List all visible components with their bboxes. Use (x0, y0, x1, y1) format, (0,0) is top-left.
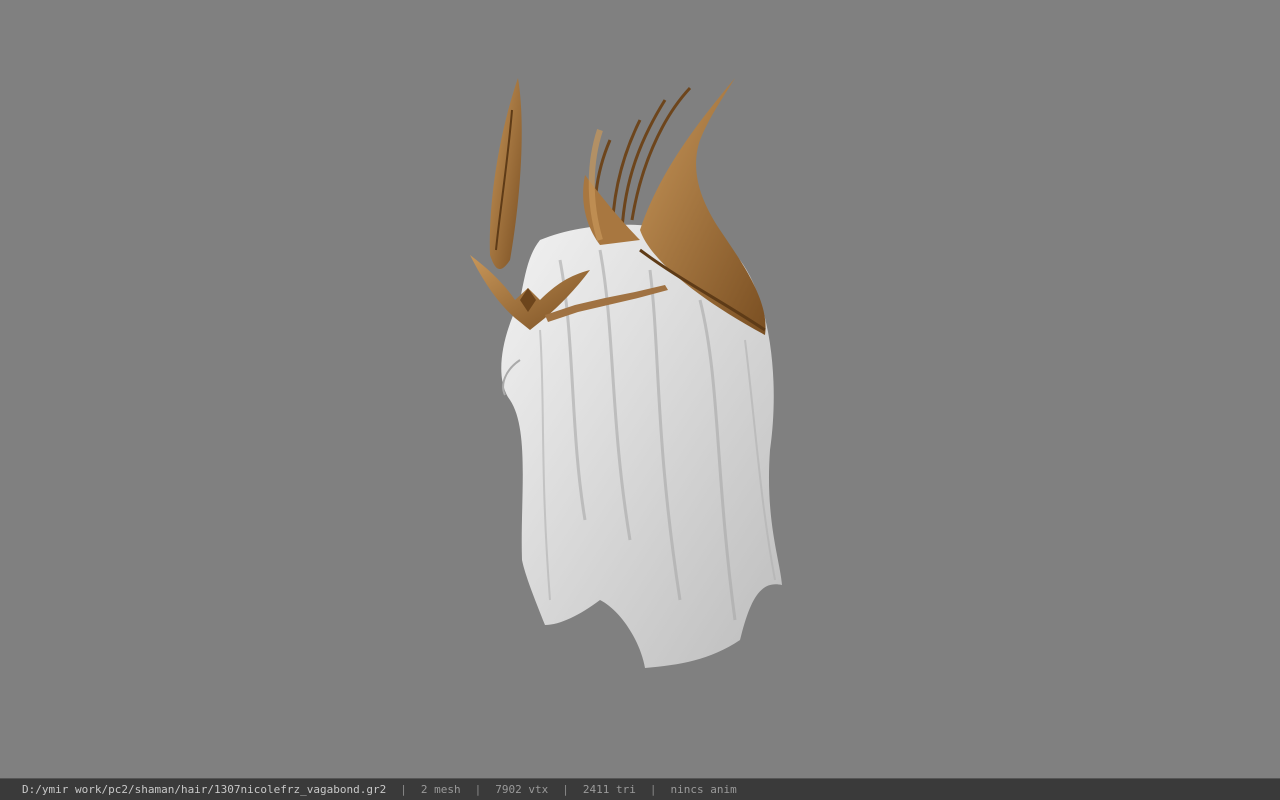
animation-status: nincs anim (670, 783, 737, 796)
status-bar: D:/ymir work/pc2/shaman/hair/1307nicolef… (0, 778, 1280, 800)
separator: | (562, 783, 569, 796)
separator: | (400, 783, 407, 796)
separator: | (649, 783, 657, 796)
file-path: D:/ymir work/pc2/shaman/hair/1307nicolef… (22, 783, 387, 796)
mesh-count: 2 mesh (420, 783, 461, 796)
triangle-count: 2411 tri (582, 783, 636, 796)
model-render (470, 78, 782, 669)
crown-left-feather (489, 78, 522, 270)
separator: | (474, 783, 482, 796)
3d-viewport[interactable] (0, 0, 1280, 778)
vertex-count: 7902 vtx (495, 783, 549, 796)
